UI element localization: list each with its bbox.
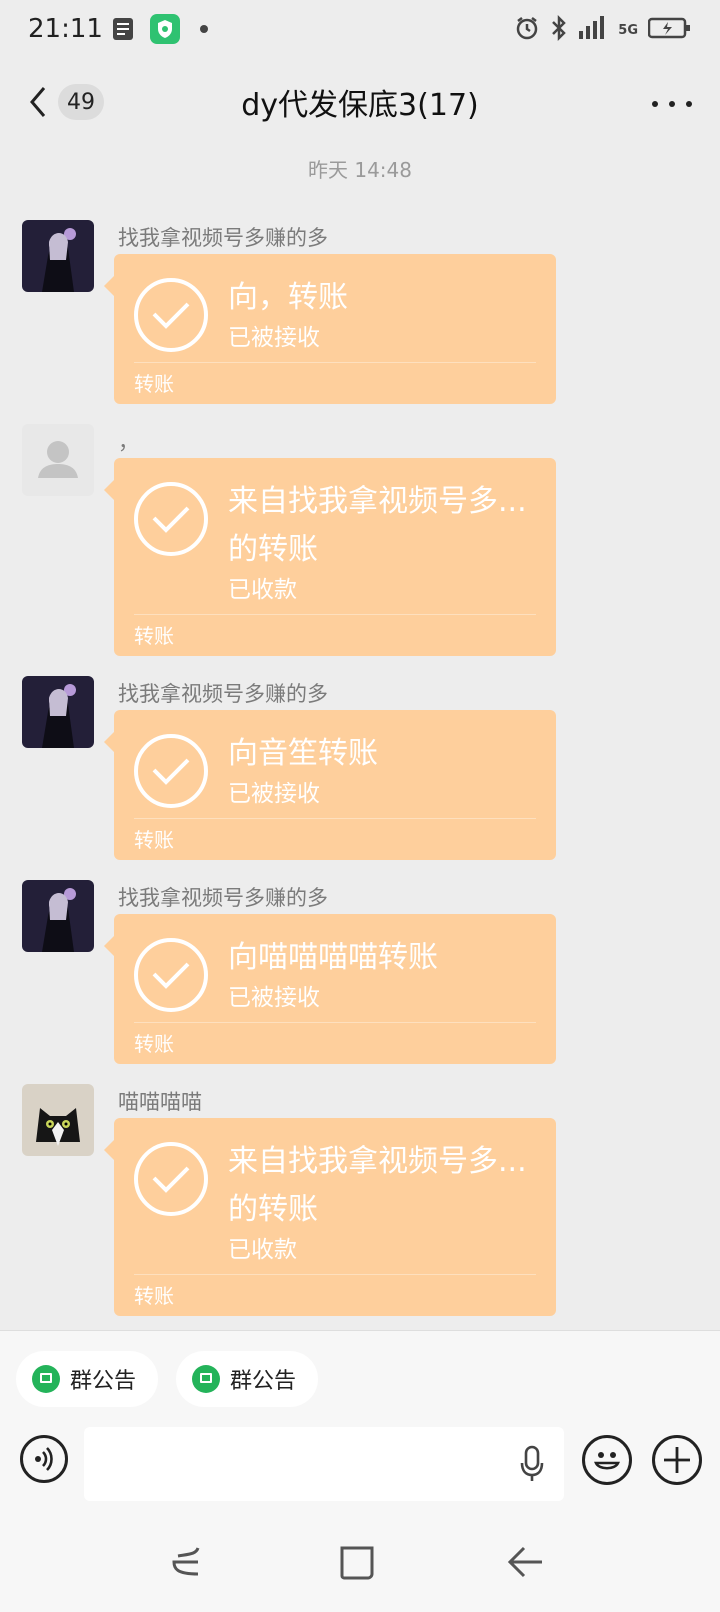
transfer-title: 向音笙转账 (228, 736, 378, 771)
transfer-card[interactable]: 来自找我拿视频号多...的转账 已收款 转账 (104, 458, 556, 656)
check-circle-icon (134, 278, 208, 352)
transfer-status: 已被接收 (228, 781, 320, 807)
recent-apps-button[interactable] (166, 1544, 210, 1580)
back-icon (507, 1546, 542, 1578)
status-bar: 21:11 5G (0, 0, 720, 62)
cat-avatar[interactable] (22, 1084, 94, 1156)
transfer-status: 已被接收 (228, 325, 320, 351)
dot-icon (194, 19, 214, 43)
status-time: 21:11 (28, 14, 103, 44)
group-notice-label: 群公告 (230, 1369, 297, 1394)
sender-name: 找我拿视频号多赚的多 (118, 682, 328, 706)
group-notice-label: 群公告 (70, 1369, 137, 1394)
transfer-label: 转账 (134, 624, 174, 648)
group-notice-button[interactable]: 群公告 (176, 1351, 319, 1407)
back-nav-button[interactable] (506, 1544, 550, 1580)
transfer-card[interactable]: 向音笙转账 已被接收 转账 (104, 710, 556, 860)
transfer-status: 已收款 (228, 577, 297, 603)
microphone-icon[interactable] (520, 1445, 544, 1483)
transfer-label: 转账 (134, 372, 174, 396)
sender-name: ， (118, 430, 139, 454)
smiley-icon (594, 1452, 620, 1470)
card-divider (134, 1274, 536, 1275)
dark-character-avatar[interactable] (22, 220, 94, 292)
status-right-icons: 5G (514, 14, 692, 46)
group-notice-icon (192, 1365, 220, 1393)
sender-name: 喵喵喵喵 (118, 1090, 202, 1114)
check-circle-icon (134, 482, 208, 556)
more-dot-icon (669, 101, 675, 107)
recent-apps-icon (172, 1547, 200, 1576)
chat-message-list[interactable]: 昨天 14:48 找我拿视频号多赚的多 向，转账 已被接收 转账 ， 来自找我拿… (0, 144, 720, 1330)
group-notice-icon (32, 1365, 60, 1393)
message-input[interactable] (84, 1427, 564, 1501)
chat-title: dy代发保底3(17) (241, 88, 479, 123)
transfer-title: 向，转账 (228, 280, 348, 315)
emoji-button[interactable] (582, 1435, 632, 1485)
transfer-title: 来自找我拿视频号多...的转账 (228, 484, 527, 567)
transfer-status: 已被接收 (228, 985, 320, 1011)
card-divider (134, 1022, 536, 1023)
check-circle-icon (134, 1142, 208, 1216)
voice-input-button[interactable] (20, 1435, 68, 1483)
bluetooth-icon (550, 14, 568, 46)
check-circle-icon (134, 734, 208, 808)
transfer-label: 转账 (134, 1284, 174, 1308)
bottom-input-panel: 群公告 群公告 (0, 1330, 720, 1511)
transfer-card[interactable]: 向喵喵喵喵转账 已被接收 转账 (104, 914, 556, 1064)
more-dot-icon (652, 101, 658, 107)
alarm-icon (514, 15, 540, 45)
default-user-avatar[interactable] (22, 424, 94, 496)
document-notification-icon (112, 16, 136, 46)
home-button[interactable] (338, 1544, 382, 1580)
transfer-card[interactable]: 向，转账 已被接收 转账 (104, 254, 556, 404)
transfer-title: 来自找我拿视频号多...的转账 (228, 1144, 527, 1227)
transfer-label: 转账 (134, 1032, 174, 1056)
transfer-title: 向喵喵喵喵转账 (228, 940, 438, 975)
transfer-card[interactable]: 来自找我拿视频号多...的转账 已收款 转账 (104, 1118, 556, 1316)
battery-charging-icon (647, 16, 692, 44)
signal-icon (578, 15, 608, 45)
more-functions-button[interactable] (652, 1435, 702, 1485)
message-timestamp: 昨天 14:48 (308, 158, 412, 182)
5g-icon: 5G (618, 22, 638, 38)
card-divider (134, 818, 536, 819)
system-navigation-bar (0, 1510, 720, 1612)
sender-name: 找我拿视频号多赚的多 (118, 226, 328, 250)
more-dot-icon (686, 101, 692, 107)
shield-security-icon (150, 14, 180, 48)
check-circle-icon (134, 938, 208, 1012)
sender-name: 找我拿视频号多赚的多 (118, 886, 328, 910)
status-left-icons (112, 14, 214, 48)
group-notice-button[interactable]: 群公告 (16, 1351, 159, 1407)
dark-character-avatar[interactable] (22, 880, 94, 952)
more-options-button[interactable] (652, 84, 692, 124)
transfer-status: 已收款 (228, 1237, 297, 1263)
chat-header: 49 dy代发保底3(17) (0, 62, 720, 144)
home-icon (340, 1546, 374, 1580)
card-divider (134, 362, 536, 363)
dark-character-avatar[interactable] (22, 676, 94, 748)
card-divider (134, 614, 536, 615)
plus-icon (664, 1447, 690, 1473)
voice-icon (35, 1447, 53, 1471)
transfer-label: 转账 (134, 828, 174, 852)
